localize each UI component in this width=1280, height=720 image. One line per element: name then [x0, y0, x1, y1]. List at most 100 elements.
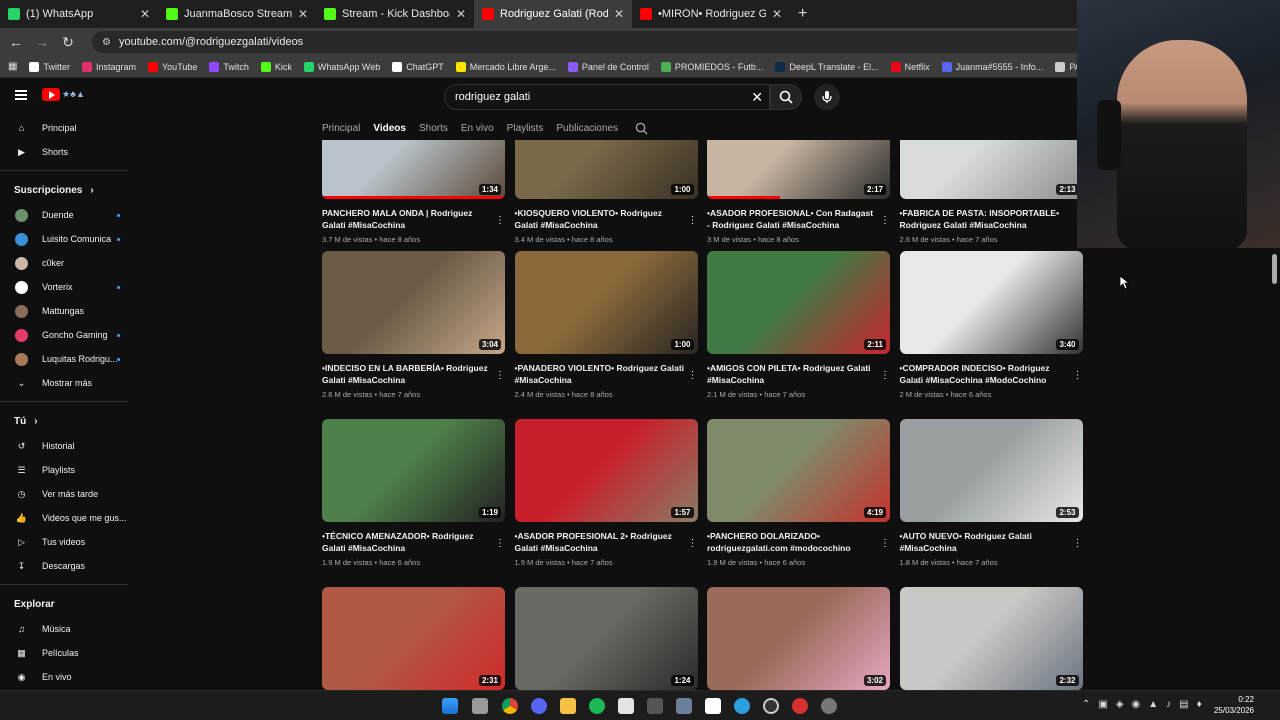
reload-icon[interactable]: ↻ — [60, 34, 76, 51]
channel-tab[interactable]: Principal — [322, 123, 360, 134]
subscription-item[interactable]: Luquitas Rodrigu... — [0, 347, 138, 371]
video-thumbnail[interactable]: 1:00 — [514, 140, 698, 199]
video-thumbnail[interactable]: 2:31 — [322, 587, 505, 690]
video-card[interactable]: 2:13 •FABRICA DE PASTA: INSOPORTABLE• Rod… — [899, 140, 1083, 244]
search-button[interactable] — [770, 84, 802, 110]
video-title[interactable]: •FABRICA DE PASTA: INSOPORTABLE• Rodrigu… — [900, 207, 1070, 231]
subscription-item[interactable]: Mattungas — [0, 299, 138, 323]
video-thumbnail[interactable]: 2:17 — [707, 140, 890, 199]
site-info-icon[interactable]: ⚙ — [102, 37, 111, 48]
forward-icon[interactable]: → — [34, 34, 50, 50]
voice-search-button[interactable] — [814, 84, 840, 110]
bookmark-item[interactable]: Netflix — [890, 61, 930, 72]
channel-tab[interactable]: Publicaciones — [556, 123, 618, 134]
video-card[interactable]: 1:34 PANCHERO MALA ONDA | Rodriguez Galat… — [322, 140, 505, 244]
video-thumbnail[interactable]: 1:24 — [514, 587, 698, 690]
video-thumbnail[interactable]: 1:34 — [322, 140, 505, 199]
bookmark-item[interactable]: DeepL Translate - El... — [775, 61, 879, 72]
bookmark-item[interactable]: PROMIEDOS - Futb... — [660, 61, 763, 72]
subscription-item[interactable]: Luisito Comunica — [0, 227, 138, 251]
scrollbar-thumb[interactable] — [1272, 254, 1277, 284]
spotify-icon[interactable] — [589, 698, 605, 714]
url-field[interactable]: ⚙ youtube.com/@rodriguezgalati/videos — [92, 31, 1132, 53]
search-input[interactable]: rodriguez galati ✕ — [444, 84, 770, 110]
channel-tab[interactable]: Playlists — [507, 123, 544, 134]
video-title[interactable]: •KIOSQUERO VIOLENTO• Rodriguez Galati #M… — [515, 207, 685, 231]
clock[interactable]: 0:22 25/03/2026 — [1214, 694, 1254, 716]
video-title[interactable]: •INDECISO EN LA BARBERÍA• Rodriguez Gala… — [322, 362, 492, 386]
sidebar-item[interactable]: ◷ Ver más tarde — [0, 482, 138, 506]
bookmark-item[interactable]: Twitch — [209, 61, 249, 72]
you-heading[interactable]: Tú › — [0, 408, 138, 434]
show-more-button[interactable]: ⌄ Mostrar más — [0, 371, 138, 395]
video-card[interactable]: 3:02 — [707, 587, 890, 690]
video-card[interactable]: 3:04 •INDECISO EN LA BARBERÍA• Rodriguez … — [322, 251, 505, 399]
close-tab-icon[interactable]: ✕ — [772, 7, 782, 21]
bookmark-item[interactable]: WhatsApp Web — [303, 61, 380, 72]
telegram-icon[interactable] — [734, 698, 750, 714]
video-card[interactable]: 2:31 — [322, 587, 505, 690]
discord-icon[interactable] — [531, 698, 547, 714]
video-title[interactable]: •AUTO NUEVO• Rodriguez Galati #MisaCochi… — [900, 530, 1070, 554]
video-thumbnail[interactable]: 2:53 — [899, 419, 1083, 522]
more-actions-icon[interactable]: ⋮ — [688, 370, 698, 381]
browser-tab[interactable]: •MIRÓN• Rodriguez Galati #Mi ✕ — [632, 0, 790, 28]
channel-tab[interactable]: Shorts — [419, 123, 448, 134]
video-thumbnail[interactable]: 1:57 — [514, 419, 698, 522]
video-thumbnail[interactable]: 2:13 — [899, 140, 1083, 199]
clear-search-icon[interactable]: ✕ — [751, 89, 763, 106]
video-title[interactable]: •ASADOR PROFESIONAL 2• Rodriguez Galati … — [515, 530, 685, 554]
sidebar-item[interactable]: ↺ Historial — [0, 434, 138, 458]
video-thumbnail[interactable]: 1:19 — [322, 419, 505, 522]
app-icon[interactable] — [647, 698, 663, 714]
bookmark-item[interactable]: Mercado Libre Arge... — [455, 61, 556, 72]
obs-icon[interactable] — [763, 698, 779, 714]
menu-icon[interactable] — [15, 90, 27, 100]
video-title[interactable]: PANCHERO MALA ONDA | Rodriguez Galati #M… — [322, 207, 492, 231]
bookmark-item[interactable]: Kick — [260, 61, 292, 72]
video-title[interactable]: •PANCHERO DOLARIZADO• rodriguezgalati.co… — [707, 530, 877, 554]
subscription-item[interactable]: Vorterix — [0, 275, 138, 299]
subscriptions-heading[interactable]: Suscripciones › — [0, 177, 138, 203]
bookmark-item[interactable]: Instagram — [81, 61, 136, 72]
capcut-icon[interactable] — [705, 698, 721, 714]
video-card[interactable]: 1:57 •ASADOR PROFESIONAL 2• Rodriguez Gal… — [514, 419, 698, 567]
video-thumbnail[interactable]: 2:11 — [707, 251, 890, 354]
close-tab-icon[interactable]: ✕ — [140, 7, 150, 21]
video-thumbnail[interactable]: 4:19 — [707, 419, 890, 522]
video-card[interactable]: 2:11 •AMIGOS CON PILETA• Rodriguez Galati… — [707, 251, 890, 399]
more-actions-icon[interactable]: ⋮ — [688, 538, 698, 549]
video-title[interactable]: •PANADERO VIOLENTO• Rodriguez Galati #Mi… — [515, 362, 685, 386]
youtube-logo-icon[interactable] — [42, 88, 60, 101]
explorer-folder-icon[interactable] — [560, 698, 576, 714]
more-actions-icon[interactable]: ⋮ — [688, 215, 698, 226]
back-icon[interactable]: ← — [8, 34, 24, 50]
video-title[interactable]: •TÉCNICO AMENAZADOR• Rodriguez Galati #M… — [322, 530, 492, 554]
windows-start-icon[interactable] — [442, 698, 458, 714]
video-card[interactable]: 2:53 •AUTO NUEVO• Rodriguez Galati #MisaC… — [899, 419, 1083, 567]
sidebar-item[interactable]: ◉ En vivo — [0, 665, 138, 689]
subscription-item[interactable]: Duende — [0, 203, 138, 227]
bookmark-item[interactable]: Twitter — [29, 61, 70, 72]
video-thumbnail[interactable]: 3:04 — [322, 251, 505, 354]
page-scrollbar[interactable] — [1270, 248, 1278, 688]
video-thumbnail[interactable]: 1:00 — [514, 251, 698, 354]
video-title[interactable]: •AMIGOS CON PILETA• Rodriguez Galati #Mi… — [707, 362, 877, 386]
video-thumbnail[interactable]: 3:40 — [899, 251, 1083, 354]
close-tab-icon[interactable]: ✕ — [298, 7, 308, 21]
app-red-icon[interactable] — [792, 698, 808, 714]
more-actions-icon[interactable]: ⋮ — [880, 538, 890, 549]
more-actions-icon[interactable]: ⋮ — [495, 215, 505, 226]
settings-icon[interactable] — [821, 698, 837, 714]
video-card[interactable]: 2:32 — [899, 587, 1083, 690]
subscription-item[interactable]: c0ker — [0, 251, 138, 275]
more-actions-icon[interactable]: ⋮ — [1073, 538, 1083, 549]
channel-search-icon[interactable] — [635, 122, 648, 135]
video-thumbnail[interactable]: 2:32 — [899, 587, 1083, 690]
video-thumbnail[interactable]: 3:02 — [707, 587, 890, 690]
video-title[interactable]: •ASADOR PROFESIONAL• Con Radagast - Rodr… — [707, 207, 877, 231]
browser-tab[interactable]: Rodriguez Galati (RodriguezGal ✕ — [474, 0, 632, 28]
apps-icon[interactable]: ▦ — [8, 61, 17, 72]
sidebar-item[interactable]: 👍 Videos que me gus... — [0, 506, 138, 530]
new-tab-button[interactable]: + — [798, 5, 807, 23]
